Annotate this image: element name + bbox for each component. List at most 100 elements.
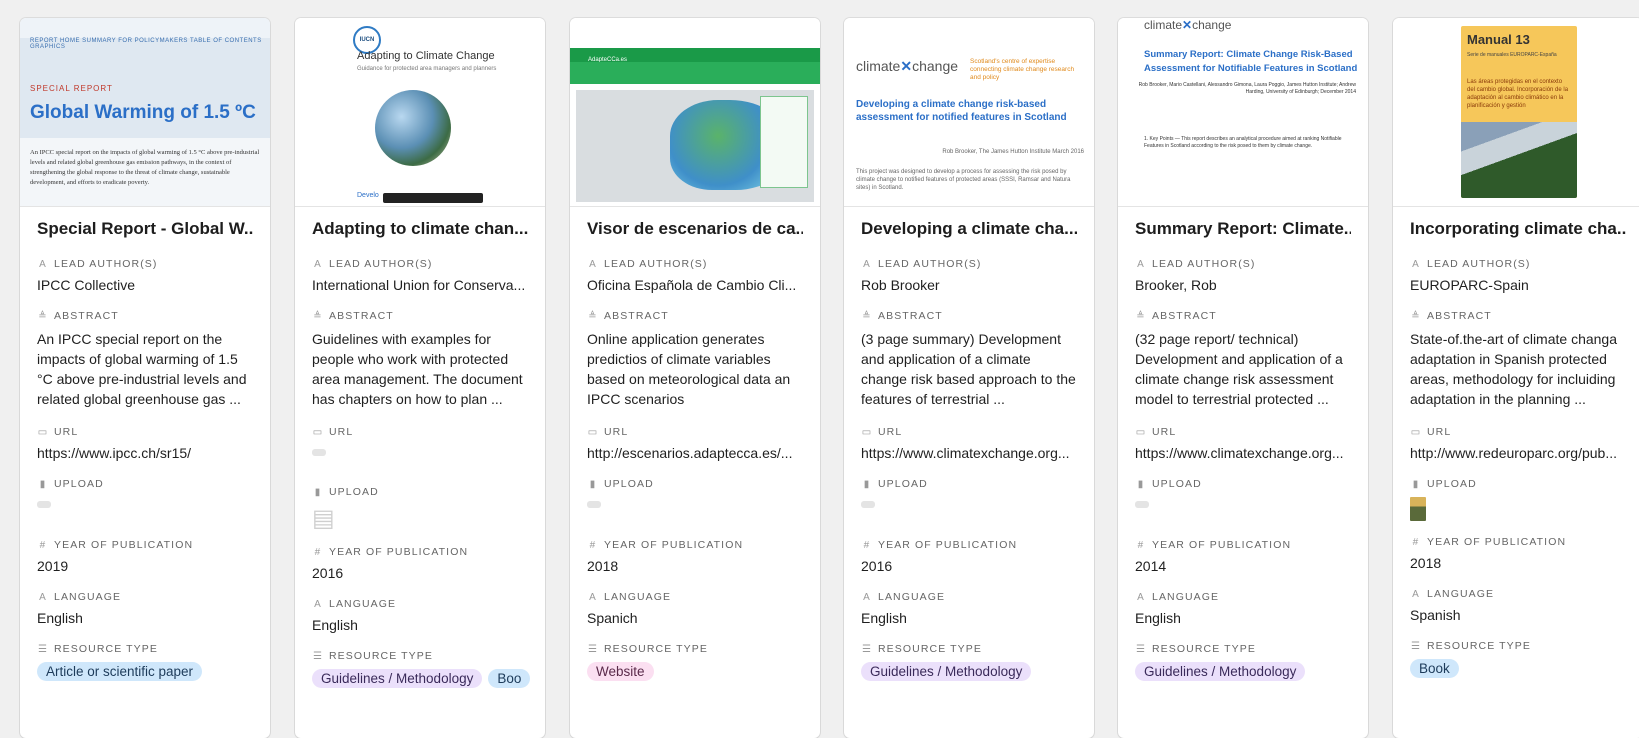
book-cover: Manual 13 Serie de manuales EUROPARC-Esp…: [1461, 26, 1577, 198]
field-label-language: LANGUAGE: [1152, 591, 1220, 603]
gallery-view: REPORT HOME SUMMARY FOR POLICYMAKERS TAB…: [0, 0, 1639, 738]
cover-headline: Summary Report: Climate Change Risk-Base…: [1144, 49, 1358, 74]
number-icon: #: [1137, 539, 1145, 551]
empty-attachment-placeholder: [1135, 501, 1149, 508]
empty-attachment-placeholder: [37, 501, 51, 508]
long-text-icon: ≜: [862, 310, 872, 322]
text-field-icon: A: [39, 258, 47, 270]
cover-image[interactable]: AdapteCCa.es: [570, 18, 820, 207]
abstract-value: (32 page report/ technical) Development …: [1135, 331, 1343, 407]
field-label-language: LANGUAGE: [54, 591, 122, 603]
record-card[interactable]: climate✕change Scotland's centre of expe…: [844, 18, 1094, 738]
resource-type-tag: Article or scientific paper: [37, 662, 203, 681]
abstract-value: State-of.the-art of climate changa adapt…: [1410, 331, 1617, 407]
attachment-icon: ▮: [314, 486, 322, 498]
field-label-year: YEAR OF PUBLICATION: [54, 539, 194, 551]
cover-key-points: 1. Key Points — This report describes an…: [1144, 136, 1342, 149]
field-label-upload: UPLOAD: [54, 478, 104, 490]
url-value[interactable]: http://www.redeuroparc.org/pub...: [1410, 445, 1626, 461]
number-icon: #: [314, 546, 322, 558]
field-label-language: LANGUAGE: [878, 591, 946, 603]
url-value[interactable]: https://www.ipcc.ch/sr15/: [37, 445, 253, 461]
long-text-icon: ≜: [1136, 310, 1146, 322]
year-value: 2014: [1135, 558, 1167, 574]
number-icon: #: [39, 539, 47, 551]
year-value: 2016: [861, 558, 893, 574]
url-value[interactable]: https://www.climatexchange.org...: [1135, 445, 1351, 461]
field-label-abstract: ABSTRACT: [1427, 310, 1492, 322]
document-file-icon[interactable]: ▤: [312, 505, 340, 533]
field-label-author: LEAD AUTHOR(S): [329, 258, 433, 270]
field-label-author: LEAD AUTHOR(S): [604, 258, 708, 270]
cover-image[interactable]: climate✕change Scotland's centre of expe…: [844, 18, 1094, 207]
cover-footer: Develo: [357, 192, 379, 199]
empty-url-placeholder: [312, 449, 326, 456]
multi-select-icon: ☰: [1410, 640, 1422, 652]
text-field-icon: A: [863, 258, 871, 270]
field-label-language: LANGUAGE: [329, 598, 397, 610]
field-label-year: YEAR OF PUBLICATION: [1152, 539, 1292, 551]
multi-select-icon: ☰: [37, 643, 49, 655]
author-value: Brooker, Rob: [1135, 277, 1217, 293]
record-card[interactable]: REPORT HOME SUMMARY FOR POLICYMAKERS TAB…: [20, 18, 270, 738]
url-icon: ▭: [37, 426, 49, 438]
field-label-author: LEAD AUTHOR(S): [878, 258, 982, 270]
language-value: Spanish: [1410, 607, 1461, 623]
field-label-url: URL: [54, 426, 79, 438]
field-label-type: RESOURCE TYPE: [54, 643, 158, 655]
cover-text: An IPCC special report on the impacts of…: [30, 149, 260, 186]
empty-attachment-placeholder: [861, 501, 875, 508]
field-label-type: RESOURCE TYPE: [1152, 643, 1256, 655]
cover-headline: Developing a climate change risk-based a…: [856, 99, 1067, 123]
cover-photo: [1461, 122, 1577, 198]
url-value[interactable]: https://www.climatexchange.org...: [861, 445, 1077, 461]
record-card[interactable]: climate✕change Summary Report: Climate C…: [1118, 18, 1368, 738]
record-card[interactable]: IUCN Adapting to Climate Change Guidance…: [295, 18, 545, 738]
cover-byline: Rob Brooker, The James Hutton Institute …: [942, 149, 1084, 155]
text-field-icon: A: [1137, 258, 1145, 270]
url-value[interactable]: http://escenarios.adaptecca.es/...: [587, 445, 803, 461]
card-title[interactable]: Special Report - Global W...: [37, 219, 253, 241]
field-label-upload: UPLOAD: [329, 486, 379, 498]
record-card[interactable]: Manual 13 Serie de manuales EUROPARC-Esp…: [1393, 18, 1639, 738]
url-icon: ▭: [861, 426, 873, 438]
text-field-icon: A: [1137, 591, 1145, 603]
cover-headline: Manual 13: [1467, 32, 1530, 47]
attachment-thumbnail[interactable]: [1410, 497, 1426, 521]
field-label-upload: UPLOAD: [1152, 478, 1202, 490]
field-label-author: LEAD AUTHOR(S): [1152, 258, 1256, 270]
resource-type-tag: Guidelines / Methodology: [312, 669, 483, 688]
cover-authors: Rob Brooker, Mario Castellani, Alessandr…: [1138, 82, 1356, 95]
cover-image[interactable]: REPORT HOME SUMMARY FOR POLICYMAKERS TAB…: [20, 18, 270, 207]
field-label-url: URL: [604, 426, 629, 438]
card-title[interactable]: Summary Report: Climate...: [1135, 219, 1351, 241]
language-value: English: [37, 610, 83, 626]
number-icon: #: [589, 539, 597, 551]
author-value: EUROPARC-Spain: [1410, 277, 1529, 293]
language-value: Spanich: [587, 610, 638, 626]
author-value: Rob Brooker: [861, 277, 940, 293]
field-label-abstract: ABSTRACT: [878, 310, 943, 322]
record-card[interactable]: AdapteCCa.es Visor de escenarios de ca..…: [570, 18, 820, 738]
field-label-type: RESOURCE TYPE: [329, 650, 433, 662]
field-label-language: LANGUAGE: [1427, 588, 1495, 600]
field-label-url: URL: [878, 426, 903, 438]
multi-select-icon: ☰: [1135, 643, 1147, 655]
field-label-abstract: ABSTRACT: [1152, 310, 1217, 322]
text-field-icon: A: [39, 591, 47, 603]
card-title[interactable]: Incorporating climate cha...: [1410, 219, 1626, 241]
cover-image[interactable]: climate✕change Summary Report: Climate C…: [1118, 18, 1368, 207]
globe-illustration: [375, 90, 451, 166]
cover-image[interactable]: IUCN Adapting to Climate Change Guidance…: [295, 18, 545, 207]
card-title[interactable]: Developing a climate cha...: [861, 219, 1077, 241]
website-toolbar: [570, 62, 820, 84]
card-title[interactable]: Visor de escenarios de ca...: [587, 219, 803, 241]
card-title[interactable]: Adapting to climate chan...: [312, 219, 528, 241]
multi-select-icon: ☰: [312, 650, 324, 662]
field-label-language: LANGUAGE: [604, 591, 672, 603]
language-value: English: [861, 610, 907, 626]
number-icon: #: [1412, 536, 1420, 548]
cover-image[interactable]: Manual 13 Serie de manuales EUROPARC-Esp…: [1393, 18, 1639, 207]
field-label-url: URL: [1427, 426, 1452, 438]
field-label-year: YEAR OF PUBLICATION: [1427, 536, 1567, 548]
